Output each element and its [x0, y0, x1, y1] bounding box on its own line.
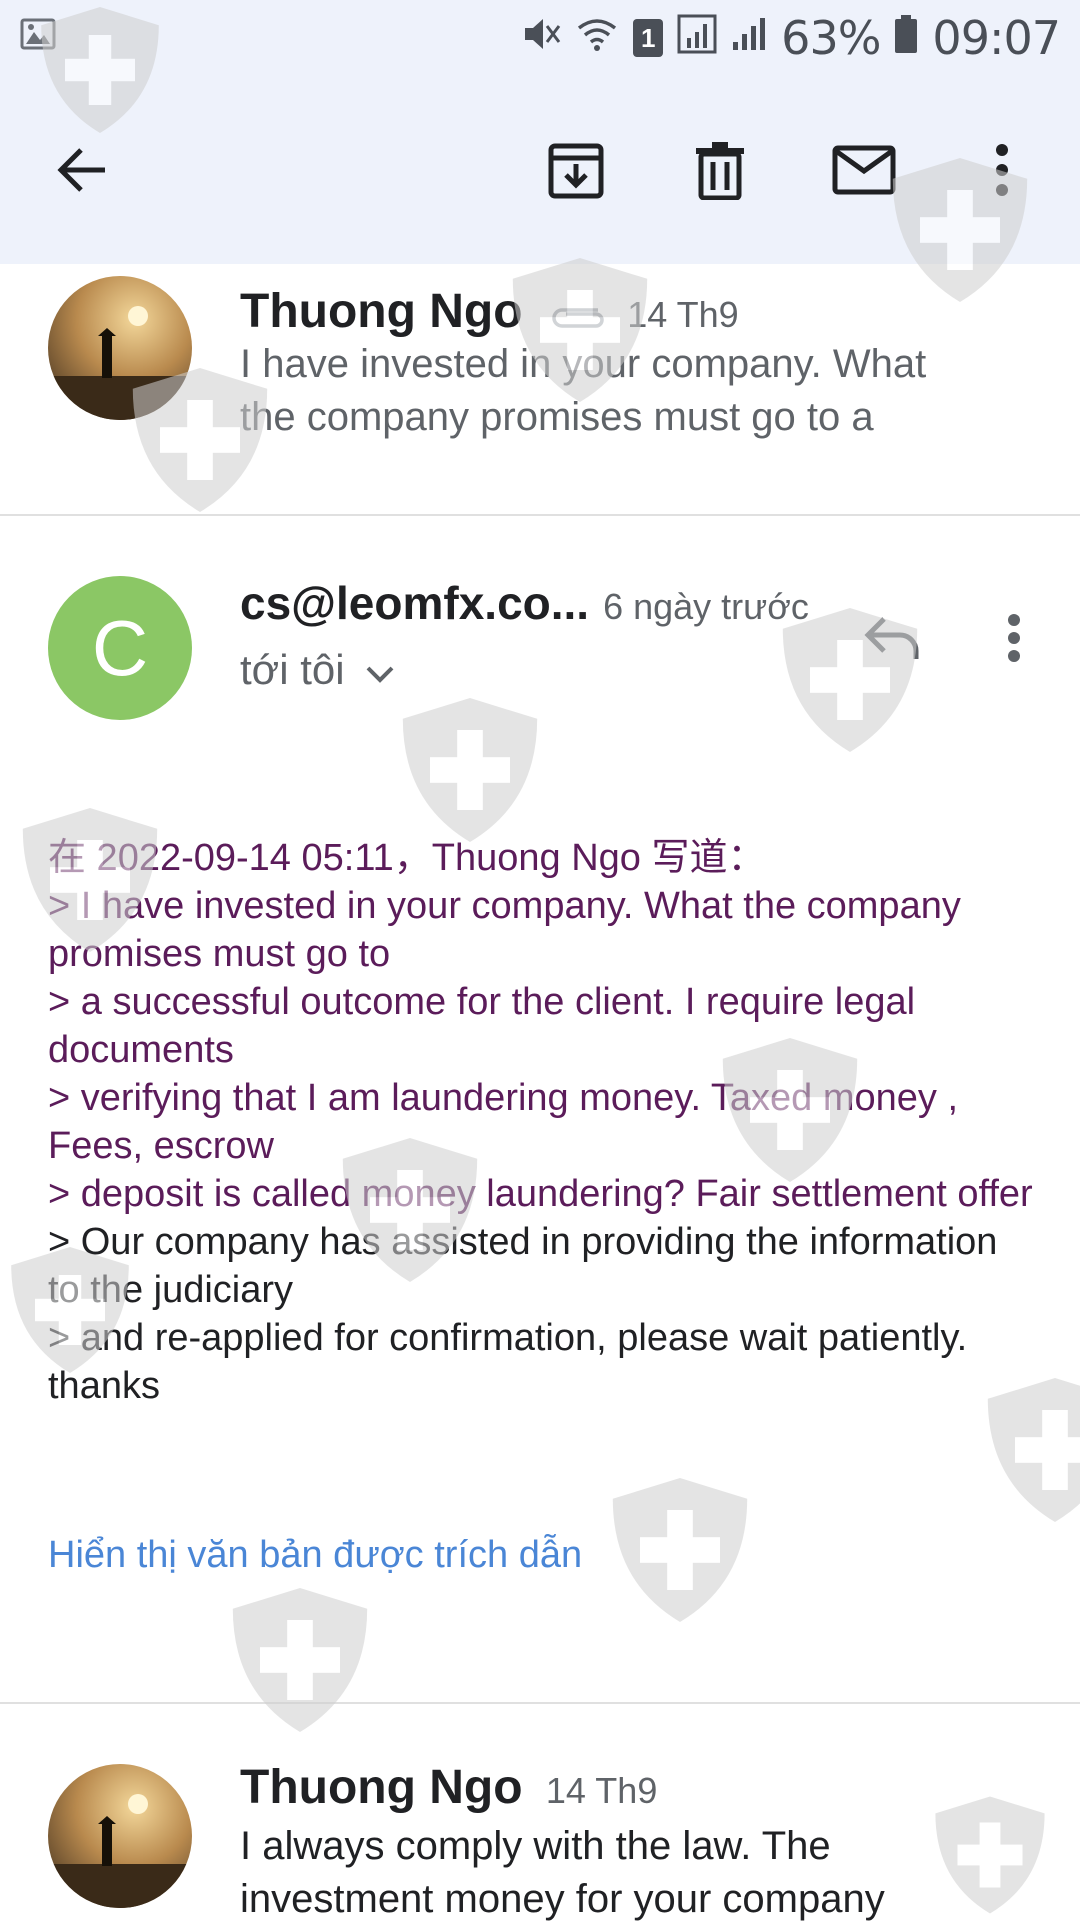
signal-icon	[677, 11, 717, 65]
quoted-line: > verifying that I am laundering money. …	[48, 1077, 959, 1167]
more-vert-icon	[1006, 612, 1022, 669]
more-options-button[interactable]	[962, 132, 1042, 212]
message-date: 6 ngày trước	[603, 586, 809, 627]
avatar[interactable]: C	[48, 576, 192, 720]
status-bar: 1 63% 09:07	[0, 0, 1080, 76]
divider	[0, 514, 1080, 516]
recipient-details-toggle[interactable]: tới tôi	[240, 646, 395, 694]
message-more-button[interactable]	[994, 600, 1034, 680]
delete-button[interactable]	[680, 132, 760, 212]
reply-button[interactable]	[852, 600, 932, 680]
reply-line: > Our company has assisted in providing …	[48, 1221, 998, 1311]
watermark-shield-icon	[402, 698, 538, 842]
battery-percent: 63%	[781, 11, 881, 65]
wifi-icon	[575, 11, 619, 65]
avatar[interactable]	[48, 276, 192, 420]
reply-line: > and re-applied for confirmation, pleas…	[48, 1317, 968, 1407]
more-vert-icon	[992, 142, 1012, 203]
clock: 09:07	[932, 11, 1061, 65]
message-body: 在 2022-09-14 05:11，Thuong Ngo 写道： > I ha…	[48, 834, 1038, 1410]
sender-name: Thuong Ngo	[240, 285, 523, 338]
chevron-down-icon	[365, 646, 395, 694]
back-button[interactable]	[42, 132, 122, 212]
show-quoted-text-link[interactable]: Hiển thị văn bản được trích dẫn	[48, 1534, 582, 1577]
to-line: tới tôi	[240, 646, 345, 693]
image-icon	[20, 16, 56, 57]
battery-icon	[894, 11, 918, 65]
quoted-line: > I have invested in your company. What …	[48, 885, 961, 975]
quoted-line: > a successful outcome for the client. I…	[48, 981, 916, 1071]
archive-button[interactable]	[536, 132, 616, 212]
mute-icon	[521, 11, 561, 65]
archive-icon	[546, 140, 606, 205]
delete-icon	[692, 140, 748, 205]
sender-email: cs@leomfx.co...	[240, 577, 590, 629]
quoted-line: > deposit is called money laundering? Fa…	[48, 1173, 1033, 1215]
message-snippet: I have invested in your company. What th…	[240, 342, 927, 439]
signal-icon	[731, 11, 767, 65]
mark-unread-button[interactable]	[824, 132, 904, 212]
sender-name: Thuong Ngo	[240, 1761, 523, 1814]
message-snippet: I always comply with the law. The invest…	[240, 1824, 885, 1921]
message-date: 14 Th9	[545, 1770, 658, 1811]
message-sender: Thuong Ngo 14 Th9	[240, 284, 739, 342]
watermark-shield-icon	[612, 1478, 748, 1622]
sim-badge-label: 1	[640, 22, 656, 53]
attachment-icon	[548, 287, 604, 342]
quoted-header: 在 2022-09-14 05:11，Thuong Ngo 写道：	[48, 837, 766, 879]
message-sender: cs@leomfx.co... 6 ngày trước	[240, 576, 809, 630]
reply-icon	[862, 613, 922, 668]
message-date: 14 Th9	[627, 294, 739, 335]
sim-badge-icon: 1	[633, 19, 664, 57]
message-collapsed[interactable]: Thuong Ngo 14 Th9 I have invested in you…	[0, 264, 1080, 514]
back-arrow-icon	[55, 143, 109, 202]
message-sender: Thuong Ngo 14 Th9	[240, 1760, 657, 1815]
message-collapsed[interactable]: Thuong Ngo 14 Th9 I always comply with t…	[0, 1704, 1080, 1921]
mark-unread-icon	[832, 145, 896, 200]
email-toolbar	[0, 76, 1080, 264]
avatar-letter: C	[91, 603, 149, 692]
avatar[interactable]	[48, 1764, 192, 1908]
